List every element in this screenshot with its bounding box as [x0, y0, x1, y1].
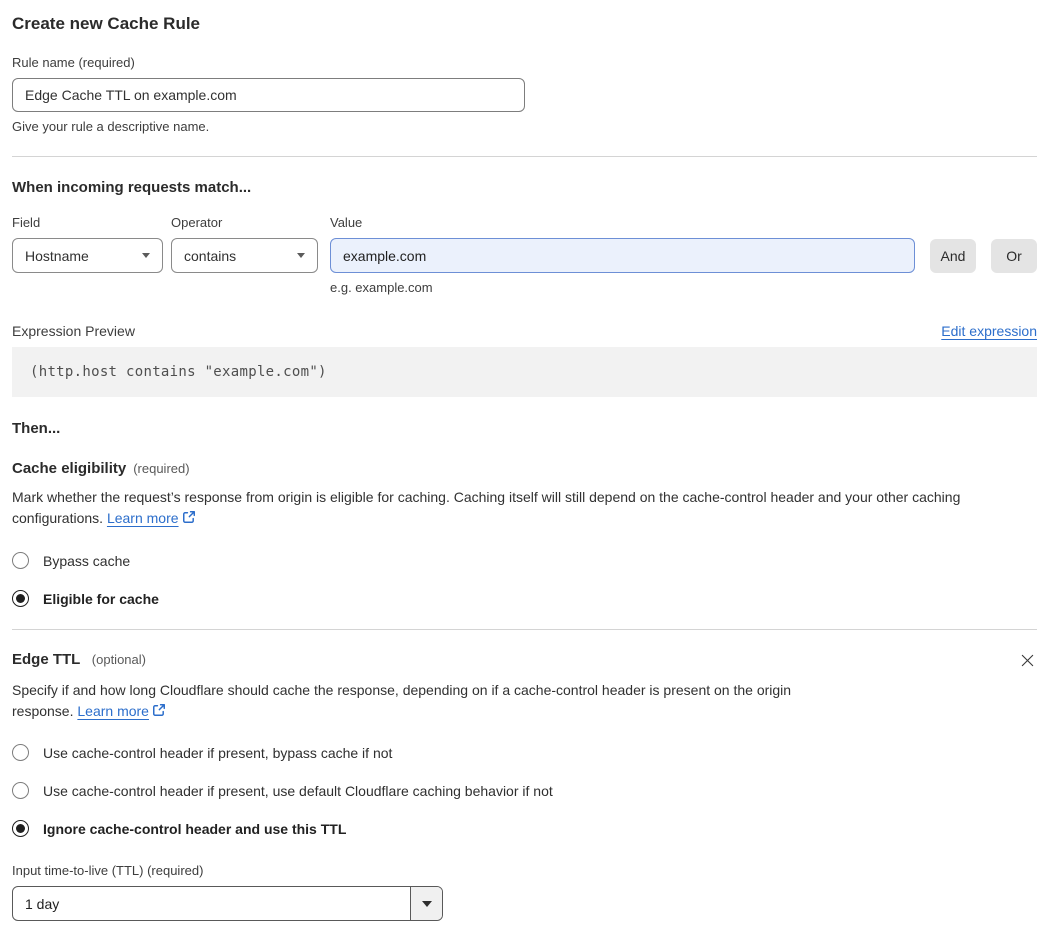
edge-ttl-description: Specify if and how long Cloudflare shoul…: [12, 680, 844, 723]
chevron-down-icon: [297, 253, 305, 258]
radio-selected-icon[interactable]: [12, 590, 29, 607]
field-column: Field Hostname: [12, 215, 163, 273]
section-divider: [12, 156, 1037, 157]
cache-eligibility-description: Mark whether the request’s response from…: [12, 487, 1037, 530]
ttl-option-bypass-if-absent[interactable]: Use cache-control header if present, byp…: [12, 744, 1037, 761]
eligible-for-cache-label: Eligible for cache: [43, 590, 159, 607]
ttl-option-label: Ignore cache-control header and use this…: [43, 820, 347, 837]
radio-unselected-icon[interactable]: [12, 552, 29, 569]
value-column: Value e.g. example.com: [330, 215, 915, 295]
eligible-for-cache-option[interactable]: Eligible for cache: [12, 590, 1037, 607]
ttl-input-group: Input time-to-live (TTL) (required) 1 da…: [12, 863, 1037, 921]
expression-preview-row: Expression Preview Edit expression: [12, 323, 1037, 339]
external-link-icon: [182, 509, 196, 530]
bypass-cache-option[interactable]: Bypass cache: [12, 552, 1037, 569]
rule-name-group: Rule name (required) Give your rule a de…: [12, 55, 1037, 134]
ttl-option-label: Use cache-control header if present, byp…: [43, 744, 393, 761]
operator-label: Operator: [171, 215, 223, 230]
ttl-input-label: Input time-to-live (TTL) (required): [12, 863, 204, 878]
edge-ttl-title: Edge TTL: [12, 651, 81, 668]
page-title: Create new Cache Rule: [12, 14, 201, 33]
create-cache-rule-page: Create new Cache Rule Rule name (require…: [0, 0, 1058, 931]
edit-expression-link[interactable]: Edit expression: [941, 323, 1037, 339]
chevron-down-icon: [142, 253, 150, 258]
operator-column: Operator contains: [171, 215, 318, 273]
radio-selected-icon[interactable]: [12, 820, 29, 837]
value-input[interactable]: [330, 238, 915, 273]
cache-eligibility-title: Cache eligibility: [12, 460, 127, 477]
radio-unselected-icon[interactable]: [12, 744, 29, 761]
edge-ttl-title-group: Edge TTL (optional): [12, 651, 146, 669]
edge-ttl-learn-more-link[interactable]: Learn more: [77, 703, 149, 719]
operator-select[interactable]: contains: [171, 238, 318, 273]
match-condition-row: Field Hostname Operator contains Value e…: [12, 215, 1037, 295]
ttl-option-default-if-absent[interactable]: Use cache-control header if present, use…: [12, 782, 1037, 799]
ttl-select-dropdown-button[interactable]: [410, 887, 442, 920]
ttl-option-ignore-header[interactable]: Ignore cache-control header and use this…: [12, 820, 1037, 837]
cache-eligibility-learn-more-link[interactable]: Learn more: [107, 510, 179, 526]
edge-ttl-header: Edge TTL (optional): [12, 651, 1037, 670]
external-link-icon: [152, 702, 166, 723]
rule-name-label: Rule name (required): [12, 55, 135, 70]
radio-dot: [16, 824, 25, 833]
radio-dot: [16, 594, 25, 603]
radio-unselected-icon[interactable]: [12, 782, 29, 799]
rule-name-helper: Give your rule a descriptive name.: [12, 119, 210, 134]
or-button[interactable]: Or: [991, 239, 1037, 273]
condition-buttons: And Or: [930, 215, 1037, 273]
then-heading: Then...: [12, 420, 61, 437]
expression-preview-label: Expression Preview: [12, 323, 135, 339]
field-select[interactable]: Hostname: [12, 238, 163, 273]
ttl-select-value: 1 day: [25, 895, 60, 912]
and-button[interactable]: And: [930, 239, 976, 273]
operator-select-value: contains: [184, 247, 237, 264]
close-icon[interactable]: [1018, 651, 1037, 670]
value-label: Value: [330, 215, 363, 230]
expression-preview-code: (http.host contains "example.com"): [12, 347, 1037, 397]
cache-eligibility-header: Cache eligibility (required): [12, 460, 1037, 477]
edge-ttl-optional-tag: (optional): [91, 652, 146, 667]
field-select-value: Hostname: [25, 247, 89, 264]
cache-eligibility-required-tag: (required): [133, 461, 190, 476]
ttl-option-label: Use cache-control header if present, use…: [43, 782, 553, 799]
ttl-select[interactable]: 1 day: [12, 886, 443, 921]
bypass-cache-label: Bypass cache: [43, 552, 131, 569]
match-section-heading: When incoming requests match...: [12, 179, 252, 196]
field-label: Field: [12, 215, 41, 230]
value-helper: e.g. example.com: [330, 280, 433, 295]
rule-name-input[interactable]: [12, 78, 525, 112]
section-divider: [12, 629, 1037, 630]
